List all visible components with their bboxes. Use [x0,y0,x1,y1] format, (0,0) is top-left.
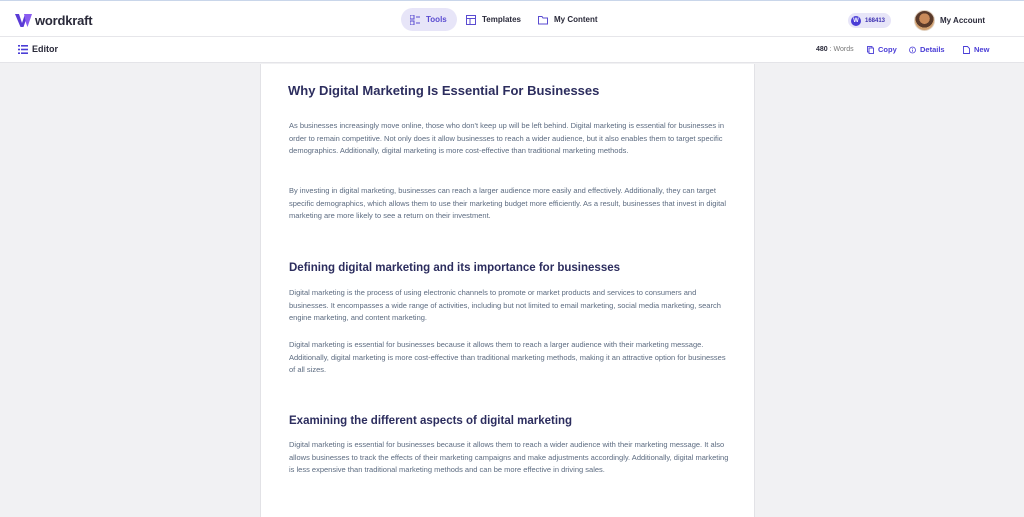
new-label: New [974,45,990,54]
paragraph: As businesses increasingly move online, … [289,121,724,156]
paragraph: By investing in digital marketing, busin… [289,186,727,221]
copy-button[interactable]: Copy [867,45,897,54]
section-heading: Examining the different aspects of digit… [289,415,573,427]
info-icon [909,46,916,53]
paragraph: Digital marketing is essential for busin… [289,340,726,375]
nav-tools-tab[interactable]: Tools [401,8,457,31]
nav-templates-tab[interactable]: Templates [457,8,530,31]
paragraph: Digital marketing is essential for busin… [289,440,729,475]
credits-badge[interactable]: W 168413 [848,13,892,28]
wordkraft-logo-icon [15,13,32,27]
editor-menu-toggle[interactable]: Editor [18,44,58,54]
word-count-label: Words [833,46,854,53]
credits-value: 168413 [865,17,886,24]
section-heading: Defining digital marketing and its impor… [289,262,621,274]
list-menu-icon [18,44,28,54]
paragraph: Digital marketing is the process of usin… [289,288,721,323]
nav-templates-label: Templates [482,15,521,24]
my-account-label: My Account [940,15,986,25]
tools-icon [410,14,420,25]
word-count: 480 : Words [816,46,854,53]
new-document-button[interactable]: New [963,45,989,54]
new-file-icon [963,45,970,54]
details-label: Details [920,45,945,54]
templates-icon [466,14,476,25]
copy-label: Copy [878,45,897,54]
document-title: Why Digital Marketing Is Essential For B… [288,83,600,98]
document-editor[interactable]: Why Digital Marketing Is Essential For B… [260,64,755,517]
details-button[interactable]: Details [909,45,945,54]
editor-toolbar: Editor 480 : Words Copy Details New [0,37,1024,63]
copy-icon [867,45,874,54]
my-account-menu[interactable]: My Account [914,9,985,31]
folder-icon [538,15,548,24]
logo-text: wordkraft [35,12,93,28]
top-navigation-bar: wordkraft Tools Templates My Content W 1… [0,0,1024,37]
editor-label: Editor [32,44,58,54]
nav-my-content-label: My Content [554,15,598,24]
avatar [914,9,935,31]
nav-my-content-tab[interactable]: My Content [529,8,607,31]
word-count-value: 480 [816,46,828,53]
nav-tools-label: Tools [426,15,447,24]
credits-coin-icon: W [851,15,861,26]
wordkraft-logo[interactable]: wordkraft [15,10,93,30]
